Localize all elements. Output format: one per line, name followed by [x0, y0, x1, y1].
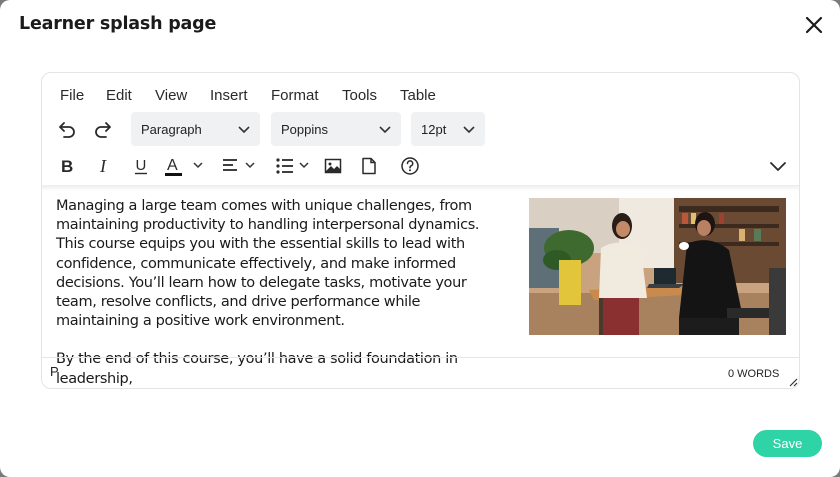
meeting-photo — [529, 198, 786, 335]
help-button[interactable] — [396, 152, 424, 180]
svg-text:U: U — [136, 157, 147, 174]
chevron-down-icon — [463, 126, 475, 134]
insert-image-button[interactable] — [319, 152, 347, 180]
menu-edit[interactable]: Edit — [106, 87, 132, 104]
text-color-button[interactable]: A — [160, 152, 208, 180]
font-family-value: Poppins — [281, 121, 328, 137]
menu-insert[interactable]: Insert — [210, 87, 248, 104]
bullet-list-button[interactable] — [272, 152, 314, 180]
undo-button[interactable] — [52, 115, 80, 143]
svg-text:B: B — [61, 157, 73, 176]
underline-icon: U — [135, 157, 147, 175]
more-toolbar-button[interactable] — [764, 152, 792, 180]
learner-splash-modal: Learner splash page File Edit View Inser… — [0, 0, 840, 477]
align-icon — [223, 159, 255, 171]
close-button[interactable] — [802, 13, 826, 37]
redo-button[interactable] — [90, 115, 118, 143]
italic-icon: I — [99, 156, 107, 176]
underline-button[interactable]: U — [127, 152, 155, 180]
menu-view[interactable]: View — [155, 87, 187, 104]
close-icon — [805, 16, 823, 34]
font-size-select[interactable]: 12pt — [411, 112, 485, 146]
align-button[interactable] — [218, 152, 260, 180]
modal-title: Learner splash page — [19, 14, 217, 34]
toolbar-divider — [42, 185, 799, 191]
svg-text:I: I — [99, 156, 107, 176]
element-path[interactable]: P — [50, 364, 59, 379]
help-icon — [401, 157, 419, 175]
font-size-value: 12pt — [421, 121, 447, 137]
font-family-select[interactable]: Poppins — [271, 112, 401, 146]
menu-format[interactable]: Format — [271, 87, 319, 104]
redo-icon — [95, 122, 111, 138]
rich-text-editor: File Edit View Insert Format Tools Table… — [41, 72, 800, 389]
more-icon — [770, 162, 786, 171]
text-color-icon: A — [165, 157, 203, 176]
save-button[interactable]: Save — [753, 430, 822, 457]
content-paragraph: Managing a large team comes with unique … — [56, 198, 480, 330]
word-count[interactable]: 0 WORDS — [728, 368, 779, 380]
block-format-select[interactable]: Paragraph — [131, 112, 260, 146]
chevron-down-icon — [238, 126, 250, 134]
chevron-down-icon — [379, 126, 391, 134]
page-icon — [362, 157, 376, 175]
resize-handle-icon[interactable] — [789, 378, 798, 387]
editor-statusbar: P 0 WORDS — [42, 357, 799, 388]
bold-icon: B — [61, 157, 73, 176]
block-format-value: Paragraph — [141, 121, 202, 137]
image-icon — [324, 158, 342, 174]
menu-table[interactable]: Table — [400, 87, 436, 104]
undo-icon — [59, 122, 75, 138]
menu-tools[interactable]: Tools — [342, 87, 377, 104]
svg-text:A: A — [167, 157, 178, 174]
insert-page-button[interactable] — [355, 152, 383, 180]
content-image[interactable] — [529, 198, 786, 335]
menu-file[interactable]: File — [60, 87, 84, 104]
bold-button[interactable]: B — [53, 152, 81, 180]
bullet-list-icon — [276, 158, 309, 174]
italic-button[interactable]: I — [90, 152, 118, 180]
